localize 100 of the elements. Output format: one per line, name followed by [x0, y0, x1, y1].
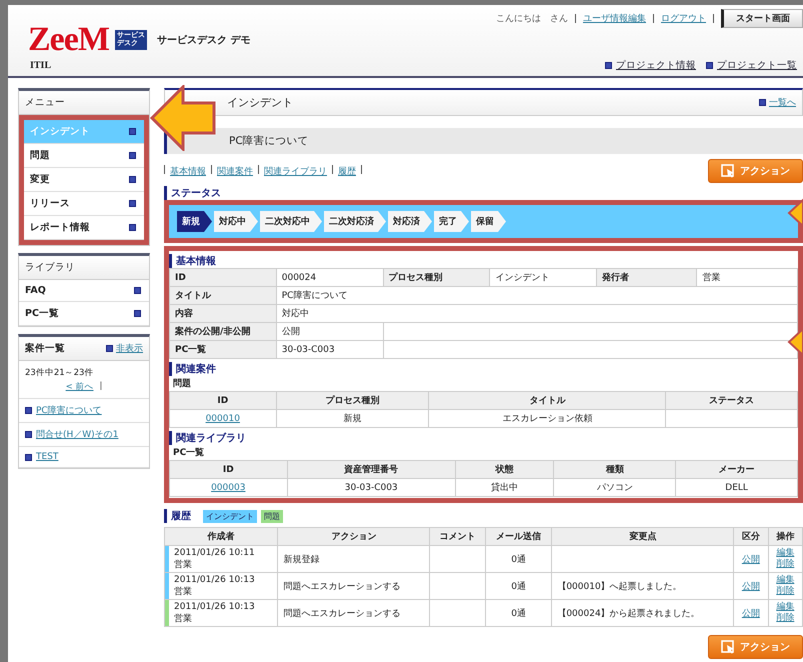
- app-name: サービスデスク デモ: [156, 34, 250, 47]
- table-cell: 0通: [485, 572, 552, 600]
- action-button[interactable]: アクション: [708, 159, 803, 183]
- page-title: インシデント: [227, 95, 293, 110]
- table-cell: 0通: [485, 546, 552, 572]
- field-label: PC一覧: [170, 340, 276, 358]
- square-icon: [129, 152, 136, 159]
- field-value: 公開: [276, 322, 383, 340]
- id-link[interactable]: 000003: [211, 482, 246, 492]
- field-label: 発行者: [596, 268, 697, 286]
- square-icon: [759, 99, 766, 106]
- section-tab-link[interactable]: 関連ライブラリ: [264, 164, 327, 178]
- field-value: PC障害について: [276, 286, 798, 304]
- square-icon: [134, 287, 141, 294]
- operation-link[interactable]: 削除: [774, 613, 797, 624]
- status-step: 保留: [471, 211, 506, 232]
- id-link[interactable]: 000010: [206, 414, 240, 424]
- column-header: コメント: [430, 528, 486, 546]
- category-link[interactable]: 公開: [742, 554, 760, 564]
- field-value: 000024: [276, 268, 383, 286]
- section-tab-link[interactable]: 履歴: [338, 164, 356, 178]
- operation-link[interactable]: 削除: [774, 559, 797, 570]
- start-button[interactable]: スタート画面: [721, 9, 803, 28]
- table-cell: 0通: [485, 600, 552, 626]
- header-link[interactable]: ログアウト: [661, 12, 706, 25]
- category-link[interactable]: 公開: [742, 608, 760, 618]
- square-icon: [129, 224, 136, 231]
- status-step: 二次対応中: [260, 211, 322, 232]
- subsection-heading: 問題: [172, 378, 192, 391]
- square-icon: [129, 128, 136, 135]
- column-header: ステータス: [666, 392, 798, 410]
- table-cell: 新規登録: [278, 546, 430, 572]
- project-link[interactable]: プロジェクト情報: [616, 59, 696, 72]
- section-tab-link[interactable]: 基本情報: [170, 164, 206, 178]
- section-tab-link[interactable]: 関連案件: [217, 164, 253, 178]
- panel-title: 案件一覧: [25, 342, 65, 355]
- column-header: 変更点: [552, 528, 734, 546]
- column-header: 区分: [734, 528, 768, 546]
- project-link[interactable]: プロジェクト一覧: [717, 59, 797, 72]
- count-text: 23件中21～23件: [24, 367, 94, 380]
- field-value: インシデント: [490, 268, 596, 286]
- status-step: 対応済: [388, 211, 432, 232]
- table-cell: エスカレーション依頼: [428, 410, 666, 428]
- category-link[interactable]: 公開: [742, 582, 760, 592]
- column-header: ID: [170, 460, 288, 478]
- status-step: 対応中: [214, 211, 258, 232]
- cursor-icon: [721, 640, 735, 654]
- section-label: ITIL: [30, 60, 52, 71]
- operation-link[interactable]: 削除: [774, 586, 797, 597]
- operation-link[interactable]: 編集: [774, 575, 797, 586]
- column-header: 種類: [554, 460, 676, 478]
- date-text: 2011/01/26 10:13: [174, 602, 256, 612]
- square-icon: [25, 454, 32, 460]
- field-label: タイトル: [170, 286, 276, 304]
- table-cell: 問題へエスカレーションする: [278, 572, 430, 600]
- case-link[interactable]: PC障害について: [36, 404, 102, 417]
- creator-text: 営業: [174, 558, 193, 570]
- logo: ZeeM: [28, 23, 109, 57]
- square-icon: [706, 62, 713, 69]
- square-icon: [25, 407, 32, 414]
- cursor-icon: [721, 164, 735, 178]
- column-header: 資産管理番号: [287, 460, 456, 478]
- action-button[interactable]: アクション: [708, 635, 803, 659]
- status-step: 新規: [177, 211, 212, 232]
- separator-text: |: [99, 381, 102, 393]
- legend-tag: インシデント: [203, 510, 257, 522]
- greeting-text: こんにちは さん: [496, 13, 568, 25]
- table-cell: パソコン: [554, 478, 676, 496]
- field-label: 内容: [170, 304, 276, 322]
- square-icon: [129, 176, 136, 183]
- column-header: 操作: [768, 528, 802, 546]
- status-step: 完了: [434, 211, 469, 232]
- header-link[interactable]: ユーザ情報編集: [583, 12, 646, 25]
- table-cell: 貸出中: [455, 478, 554, 496]
- field-value: 30-03-C003: [276, 340, 383, 358]
- column-header: プロセス種別: [276, 392, 429, 410]
- column-header: 状態: [455, 460, 554, 478]
- list-link[interactable]: 一覧へ: [769, 96, 796, 109]
- square-icon: [605, 62, 612, 69]
- section-heading: 履歴: [164, 509, 191, 523]
- table-cell: 【000024】から起票されました。: [552, 600, 734, 626]
- field-label: 案件の公開/非公開: [170, 322, 276, 340]
- hide-link[interactable]: 非表示: [116, 342, 143, 355]
- case-link[interactable]: 問合せ(H／W)その1: [36, 428, 118, 441]
- table-cell: 30-03-C003: [287, 478, 456, 496]
- section-heading: 関連ライブラリ: [169, 431, 798, 445]
- case-link[interactable]: TEST: [36, 452, 58, 462]
- operation-link[interactable]: 編集: [774, 602, 797, 613]
- table-cell: 新規: [276, 410, 429, 428]
- square-icon: [25, 431, 32, 438]
- date-text: 2011/01/26 10:13: [174, 574, 256, 584]
- table-cell: DELL: [676, 478, 798, 496]
- column-header: メール送信: [485, 528, 552, 546]
- section-heading: 関連案件: [169, 362, 798, 376]
- status-step: 二次対応済: [324, 211, 386, 232]
- operation-link[interactable]: 編集: [774, 548, 797, 559]
- column-header: 作成者: [164, 528, 278, 546]
- date-text: 2011/01/26 10:11: [174, 548, 256, 558]
- prev-link[interactable]: < 前へ: [66, 381, 94, 393]
- field-value: 対応中: [276, 304, 798, 322]
